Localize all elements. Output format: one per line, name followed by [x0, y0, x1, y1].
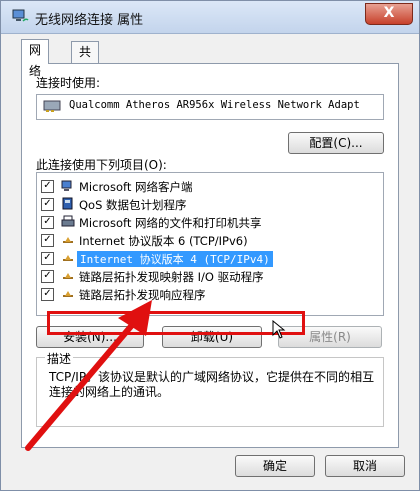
configure-button[interactable]: 配置(C)...: [288, 132, 384, 154]
item-checkbox[interactable]: ✓: [41, 252, 54, 265]
cancel-button[interactable]: 取消: [325, 455, 405, 477]
item-label: 链路层拓扑发现映射器 I/O 驱动程序: [79, 270, 264, 284]
cursor-icon: [272, 320, 286, 339]
adapter-name: Qualcomm Atheros AR956x Wireless Network…: [69, 99, 360, 111]
item-label: QoS 数据包计划程序: [79, 198, 187, 212]
protocol-icon: [63, 237, 73, 243]
items-list[interactable]: ✓ Microsoft 网络客户端 ✓ QoS 数据包计划程序 ✓ Micros…: [36, 172, 384, 316]
adapter-field: Qualcomm Atheros AR956x Wireless Network…: [36, 94, 384, 120]
properties-dialog: 无线网络连接 属性 X 网络 共享 连接时使用: Qualcomm Athero…: [0, 0, 420, 491]
protocol-icon: [63, 255, 73, 261]
description-group: 描述 TCP/IP。该协议是默认的广域网络协议，它提供在不同的相互连接的网络上的…: [36, 350, 384, 427]
description-text: TCP/IP。该协议是默认的广域网络协议，它提供在不同的相互连接的网络上的通讯。: [49, 370, 375, 399]
item-label: Internet 协议版本 6 (TCP/IPv6): [79, 234, 248, 248]
window-title: 无线网络连接 属性: [35, 13, 144, 28]
list-item[interactable]: ✓ Microsoft 网络的文件和打印机共享: [37, 213, 377, 231]
list-item[interactable]: ✓ Microsoft 网络客户端: [37, 177, 377, 195]
description-legend: 描述: [45, 350, 74, 367]
ipv4-highlight-box: [47, 311, 305, 335]
item-label: Microsoft 网络客户端: [79, 180, 193, 194]
item-label: 链路层拓扑发现响应程序: [79, 288, 206, 302]
network-tab-panel: 连接时使用: Qualcomm Atheros AR956x Wireless …: [21, 63, 399, 448]
item-checkbox[interactable]: ✓: [41, 288, 54, 301]
item-checkbox[interactable]: ✓: [41, 216, 54, 229]
item-checkbox[interactable]: ✓: [41, 234, 54, 247]
item-checkbox[interactable]: ✓: [41, 198, 54, 211]
connect-using-label: 连接时使用:: [36, 76, 101, 90]
title-bar[interactable]: 无线网络连接 属性 X: [1, 1, 419, 34]
items-label: 此连接使用下列项目(O):: [36, 158, 167, 172]
item-label: Internet 协议版本 4 (TCP/IPv4): [77, 251, 273, 267]
qos-icon: [62, 197, 73, 210]
printer-sharing-icon: [61, 215, 75, 227]
close-icon: X: [383, 5, 395, 21]
list-item[interactable]: ✓ QoS 数据包计划程序: [37, 195, 377, 213]
item-checkbox[interactable]: ✓: [41, 180, 54, 193]
list-item[interactable]: ✓ 链路层拓扑发现响应程序: [37, 285, 377, 303]
network-client-icon: [61, 180, 72, 191]
list-item[interactable]: ✓ 链路层拓扑发现映射器 I/O 驱动程序: [37, 267, 377, 285]
list-item[interactable]: ✓ Internet 协议版本 6 (TCP/IPv6): [37, 231, 377, 249]
close-button[interactable]: X: [365, 3, 413, 25]
list-item-ipv4[interactable]: ✓ Internet 协议版本 4 (TCP/IPv4): [37, 249, 377, 267]
network-connection-icon: [12, 9, 29, 22]
ok-button[interactable]: 确定: [235, 455, 315, 477]
network-adapter-icon: [43, 100, 61, 112]
item-label: Microsoft 网络的文件和打印机共享: [79, 216, 262, 230]
protocol-icon: [63, 291, 73, 297]
protocol-icon: [63, 273, 73, 279]
item-checkbox[interactable]: ✓: [41, 270, 54, 283]
tab-network[interactable]: 网络: [21, 39, 50, 78]
tab-sharing[interactable]: 共享: [71, 41, 100, 80]
